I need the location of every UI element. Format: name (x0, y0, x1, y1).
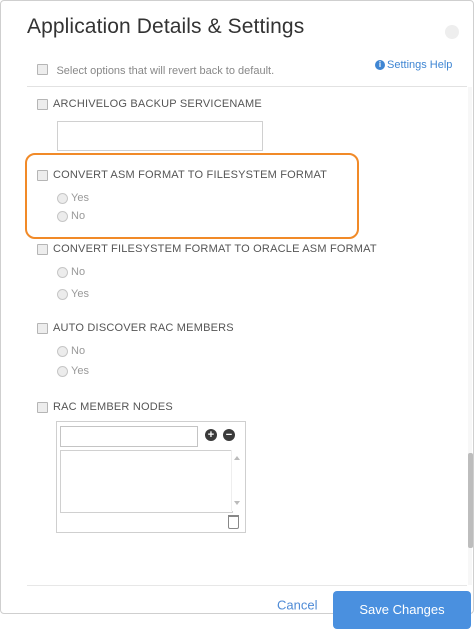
settings-help-link[interactable]: i Settings Help (375, 59, 452, 71)
radio-button[interactable] (57, 210, 68, 222)
auto-discover-no-radio[interactable]: No (57, 345, 85, 357)
archivelog-checkbox[interactable] (37, 98, 48, 110)
add-node-plus-icon[interactable]: + (205, 429, 217, 441)
scrollbar-thumb[interactable] (468, 453, 473, 548)
option-convert-filesystem: CONVERT FILESYSTEM FORMAT TO ORACLE ASM … (37, 243, 377, 255)
convert-asm-yes-radio[interactable]: Yes (57, 192, 89, 204)
settings-dialog: Application Details & Settings Select op… (0, 0, 474, 629)
radio-label: Yes (71, 192, 89, 204)
radio-button[interactable] (57, 266, 68, 278)
info-icon: i (375, 60, 385, 70)
convert-asm-label: CONVERT ASM FORMAT TO FILESYSTEM FORMAT (53, 169, 328, 181)
auto-discover-checkbox[interactable] (37, 322, 48, 334)
top-divider (27, 86, 467, 87)
radio-label: Yes (71, 365, 89, 377)
radio-label: No (71, 345, 86, 357)
option-auto-discover: AUTO DISCOVER RAC MEMBERS (37, 322, 234, 334)
convert-filesystem-label: CONVERT FILESYSTEM FORMAT TO ORACLE ASM … (53, 243, 377, 255)
archivelog-servicename-input[interactable] (57, 121, 263, 151)
option-archivelog: ARCHIVELOG BACKUP SERVICENAME (37, 98, 262, 110)
option-convert-asm: CONVERT ASM FORMAT TO FILESYSTEM FORMAT (37, 169, 327, 181)
trash-icon[interactable] (228, 515, 239, 529)
radio-button[interactable] (57, 192, 68, 204)
save-changes-button[interactable]: Save Changes (333, 591, 471, 629)
radio-label: No (71, 210, 86, 222)
radio-label: No (71, 266, 86, 278)
dialog-title: Application Details & Settings (27, 15, 305, 38)
radio-label: Yes (71, 288, 89, 300)
rac-member-nodes-label: RAC MEMBER NODES (53, 401, 173, 413)
option-rac-member-nodes: RAC MEMBER NODES (37, 401, 173, 413)
radio-button[interactable] (57, 365, 68, 377)
footer-divider (27, 585, 467, 586)
rac-member-nodes-checkbox[interactable] (37, 401, 48, 413)
auto-discover-label: AUTO DISCOVER RAC MEMBERS (53, 322, 234, 334)
settings-help-label: Settings Help (387, 59, 453, 71)
convert-asm-no-radio[interactable]: No (57, 210, 85, 222)
convert-filesystem-no-radio[interactable]: No (57, 266, 85, 278)
rac-node-input[interactable] (60, 426, 198, 447)
remove-node-minus-icon[interactable]: − (223, 429, 235, 441)
rac-nodes-list[interactable] (60, 450, 233, 513)
revert-defaults-label: Select options that will revert back to … (56, 65, 275, 77)
archivelog-label: ARCHIVELOG BACKUP SERVICENAME (53, 98, 262, 110)
revert-defaults-checkbox[interactable] (37, 64, 48, 76)
auto-discover-yes-radio[interactable]: Yes (57, 365, 89, 377)
scroll-down-arrow-icon[interactable] (234, 501, 240, 505)
rac-nodes-list-scrollbar[interactable] (231, 450, 242, 511)
convert-filesystem-checkbox[interactable] (37, 243, 48, 255)
convert-asm-checkbox[interactable] (37, 169, 48, 181)
radio-button[interactable] (57, 345, 68, 357)
convert-filesystem-yes-radio[interactable]: Yes (57, 288, 89, 300)
cancel-button[interactable]: Cancel (277, 598, 317, 613)
close-icon[interactable] (445, 25, 459, 39)
radio-button[interactable] (57, 288, 68, 300)
scroll-up-arrow-icon[interactable] (234, 456, 240, 460)
